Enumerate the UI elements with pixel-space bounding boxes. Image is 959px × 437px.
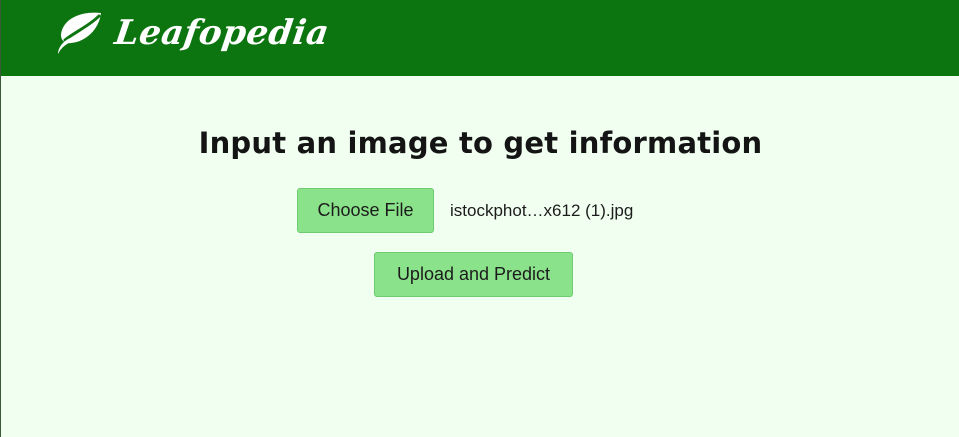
navbar: Leafopedia xyxy=(1,0,959,76)
brand-name: Leafopedia xyxy=(112,13,332,53)
page-title: Input an image to get information xyxy=(198,126,763,160)
leaf-icon xyxy=(58,12,101,54)
choose-file-button[interactable]: Choose File xyxy=(297,188,434,233)
brand[interactable]: Leafopedia xyxy=(55,8,332,58)
file-input[interactable]: Choose File istockphot…x612 (1).jpg xyxy=(297,188,633,233)
upload-and-predict-button[interactable]: Upload and Predict xyxy=(374,252,573,297)
selected-file-name: istockphot…x612 (1).jpg xyxy=(450,200,634,220)
page: Leafopedia Input an image to get informa… xyxy=(0,0,959,437)
